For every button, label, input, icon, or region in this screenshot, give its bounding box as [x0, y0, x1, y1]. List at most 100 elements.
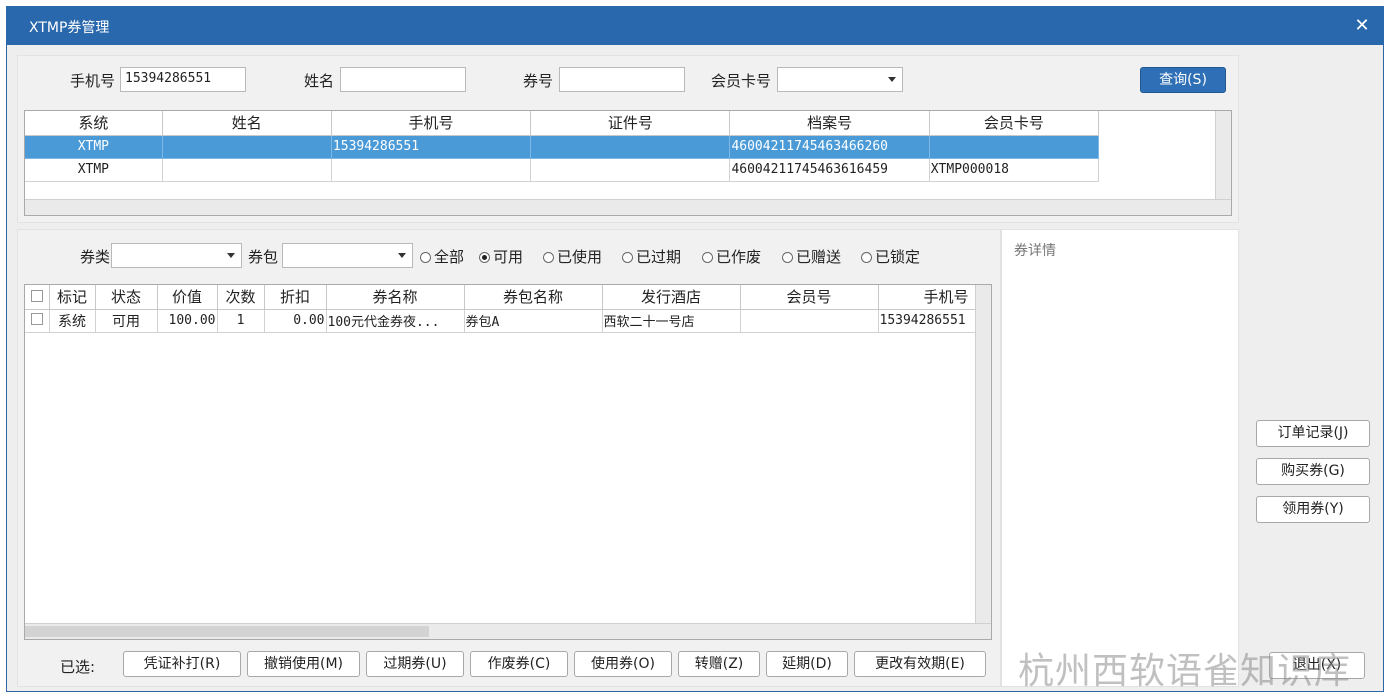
status-radio-gifted[interactable]: 已赠送 — [782, 246, 841, 267]
coupon-manager-window: XTMP券管理 ✕ 手机号 15394286551 姓名 券号 会员卡号 查询(… — [6, 6, 1384, 692]
cell-card-no: XTMP000018 — [929, 158, 1100, 182]
name-input[interactable] — [340, 67, 466, 92]
status-radio-available[interactable]: 可用 — [479, 246, 523, 267]
checkbox-icon — [30, 289, 43, 302]
cell-profile-no: 46004211745463466260 — [729, 135, 930, 159]
col-profile-no[interactable]: 档案号 — [729, 111, 930, 136]
col-discount[interactable]: 折扣 — [264, 285, 327, 310]
radio-checked-icon — [479, 252, 490, 263]
cell-mark: 系统 — [49, 309, 96, 333]
member-header-row: 系统 姓名 手机号 证件号 档案号 会员卡号 — [25, 111, 1100, 136]
cell-system: XTMP — [25, 158, 163, 182]
col-member-no[interactable]: 会员号 — [740, 285, 879, 310]
status-radio-voided[interactable]: 已作废 — [702, 246, 761, 267]
search-panel: 手机号 15394286551 姓名 券号 会员卡号 查询(S) 系统 姓名 手… — [17, 55, 1239, 223]
title-bar: XTMP券管理 ✕ — [7, 7, 1383, 45]
cell-hotel: 西软二十一号店 — [602, 309, 741, 333]
card-label: 会员卡号 — [711, 72, 772, 90]
type-combo[interactable] — [111, 243, 242, 268]
col-status[interactable]: 状态 — [95, 285, 158, 310]
status-radio-expired[interactable]: 已过期 — [622, 246, 681, 267]
cell-name — [162, 158, 332, 182]
claim-coupon-button[interactable]: 领用券(Y) — [1256, 496, 1370, 523]
cell-pack-name: 券包A — [464, 309, 603, 333]
row-checkbox[interactable] — [25, 309, 50, 333]
col-phone[interactable]: 手机号 — [331, 111, 532, 136]
radio-label: 已使用 — [557, 248, 603, 266]
pack-combo[interactable] — [282, 243, 413, 268]
col-value[interactable]: 价值 — [157, 285, 218, 310]
col-pack-name[interactable]: 券包名称 — [464, 285, 603, 310]
radio-icon — [622, 252, 633, 263]
col-card-no[interactable]: 会员卡号 — [929, 111, 1100, 136]
coupon-detail-panel: 券详情 — [1001, 229, 1239, 687]
cell-phone: 15394286551 — [331, 135, 532, 159]
chevron-down-icon — [888, 77, 896, 82]
type-label: 券类 — [80, 248, 111, 266]
radio-label: 全部 — [434, 248, 465, 266]
radio-label: 已锁定 — [875, 248, 921, 266]
coupon-grid: 标记 状态 价值 次数 折扣 券名称 券包名称 发行酒店 会员号 手机号 系统 … — [24, 284, 992, 640]
transfer-button[interactable]: 转赠(Z) — [678, 651, 760, 677]
coupon-vertical-scrollbar[interactable] — [975, 285, 991, 623]
selected-label: 已选: — [60, 658, 96, 676]
member-vertical-scrollbar[interactable] — [1215, 111, 1231, 199]
cell-discount: 0.00 — [264, 309, 327, 333]
coupon-table: 标记 状态 价值 次数 折扣 券名称 券包名称 发行酒店 会员号 手机号 系统 … — [25, 285, 976, 333]
radio-label: 已赠送 — [796, 248, 842, 266]
chevron-down-icon — [398, 253, 406, 258]
phone-input[interactable]: 15394286551 — [120, 67, 246, 92]
member-grid: 系统 姓名 手机号 证件号 档案号 会员卡号 XTMP 15394286551 — [24, 110, 1232, 216]
col-count[interactable]: 次数 — [217, 285, 265, 310]
radio-icon — [861, 252, 872, 263]
close-icon[interactable]: ✕ — [1349, 13, 1375, 39]
status-radio-used[interactable]: 已使用 — [543, 246, 602, 267]
col-coupon-name[interactable]: 券名称 — [326, 285, 465, 310]
void-coupon-button[interactable]: 作废券(C) — [470, 651, 568, 677]
coupon-no-label: 券号 — [523, 72, 554, 90]
cell-id-no — [530, 135, 731, 159]
scrollbar-thumb[interactable] — [25, 626, 429, 637]
card-combo[interactable] — [777, 67, 903, 92]
col-hotel[interactable]: 发行酒店 — [602, 285, 741, 310]
col-system[interactable]: 系统 — [25, 111, 163, 136]
expire-coupon-button[interactable]: 过期券(U) — [366, 651, 464, 677]
col-mark[interactable]: 标记 — [49, 285, 96, 310]
phone-label: 手机号 — [70, 72, 116, 90]
cell-id-no — [530, 158, 731, 182]
member-row[interactable]: XTMP 15394286551 46004211745463466260 — [25, 135, 1100, 159]
member-horizontal-scrollbar[interactable] — [25, 199, 1231, 215]
detail-title: 券详情 — [1014, 243, 1056, 259]
coupon-no-input[interactable] — [559, 67, 685, 92]
col-phone[interactable]: 手机号 — [878, 285, 976, 310]
radio-icon — [702, 252, 713, 263]
query-button[interactable]: 查询(S) — [1140, 67, 1226, 93]
col-name[interactable]: 姓名 — [162, 111, 332, 136]
cell-name — [162, 135, 332, 159]
status-radio-all[interactable]: 全部 — [420, 246, 464, 267]
buy-coupon-button[interactable]: 购买券(G) — [1256, 458, 1370, 485]
coupon-header-row: 标记 状态 价值 次数 折扣 券名称 券包名称 发行酒店 会员号 手机号 — [25, 285, 976, 310]
checkbox-icon — [30, 312, 43, 325]
cell-status: 可用 — [95, 309, 158, 333]
status-radio-locked[interactable]: 已锁定 — [861, 246, 920, 267]
window-title: XTMP券管理 — [29, 20, 110, 36]
member-row[interactable]: XTMP 46004211745463616459 XTMP000018 — [25, 158, 1100, 182]
radio-label: 可用 — [493, 248, 524, 266]
coupon-horizontal-scrollbar[interactable] — [25, 623, 991, 639]
extend-button[interactable]: 延期(D) — [766, 651, 848, 677]
use-coupon-button[interactable]: 使用券(O) — [574, 651, 672, 677]
order-records-button[interactable]: 订单记录(J) — [1256, 420, 1370, 447]
cell-phone — [331, 158, 532, 182]
col-id-no[interactable]: 证件号 — [530, 111, 731, 136]
reprint-voucher-button[interactable]: 凭证补打(R) — [123, 651, 241, 677]
cancel-use-button[interactable]: 撤销使用(M) — [247, 651, 360, 677]
change-validity-button[interactable]: 更改有效期(E) — [854, 651, 986, 677]
name-label: 姓名 — [304, 72, 335, 90]
cell-system: XTMP — [25, 135, 163, 159]
radio-label: 已过期 — [636, 248, 682, 266]
coupon-row[interactable]: 系统 可用 100.00 1 0.00 100元代金券夜... 券包A 西软二十… — [25, 309, 976, 333]
select-all-checkbox[interactable] — [25, 285, 50, 310]
cell-card-no — [929, 135, 1100, 159]
cell-value: 100.00 — [157, 309, 218, 333]
